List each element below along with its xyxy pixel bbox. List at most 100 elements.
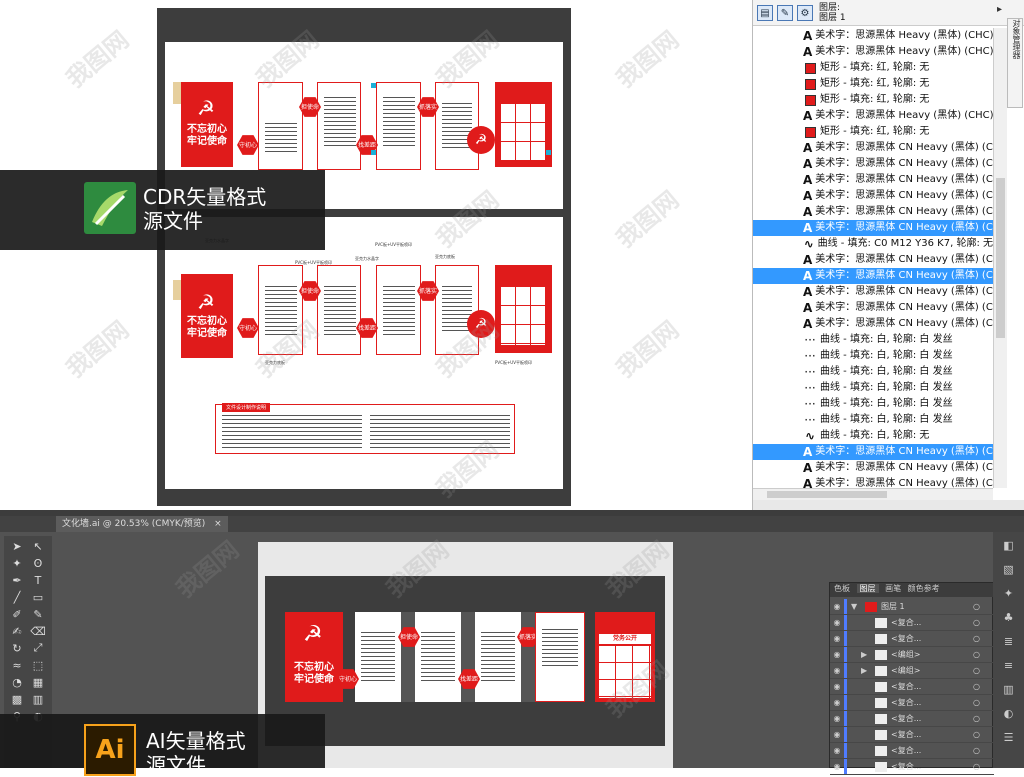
brushes-panel-icon[interactable]: ✦ <box>999 583 1019 603</box>
expand-arrow-icon[interactable]: ▼ <box>851 602 861 611</box>
target-circle-icon[interactable]: ○ <box>973 602 980 611</box>
visibility-eye-icon[interactable]: ◉ <box>830 634 844 643</box>
object-list-scrollbar[interactable] <box>993 28 1007 488</box>
sublayer-row[interactable]: ◉ <复合... ○ <box>830 695 994 711</box>
content-panel-4[interactable] <box>435 82 479 170</box>
selection-tool-icon[interactable]: ➤ <box>8 538 26 554</box>
slogan-panel-top[interactable]: ☭ 不忘初心 牢记使命 <box>181 82 233 167</box>
sublayer-row[interactable]: ◉ <复合... ○ <box>830 743 994 759</box>
object-row[interactable]: A 美术字：思源黑体 CN Heavy (黑体) (CH <box>753 268 993 284</box>
direct-selection-tool-icon[interactable]: ↖ <box>29 538 47 554</box>
show-properties-icon[interactable]: ✎ <box>777 5 793 21</box>
object-row[interactable]: A 美术字：思源黑体 CN Heavy (黑体) (CH <box>753 220 993 236</box>
visibility-eye-icon[interactable]: ◉ <box>830 698 844 707</box>
cdr-canvas[interactable]: ☭ 不忘初心 牢记使命 守初心 担使命 找差距 抓落实 ☭ ☭ 不忘初心 牢记使… <box>0 0 735 510</box>
layer-list[interactable]: ◉ ▼ 图层 1 ○ ◉ <复合... ○ ◉ <复合... ○ ◉ ▶ <编组> ○ ◉ ▶ <编组>… <box>830 599 994 775</box>
selection-handle[interactable] <box>546 150 551 155</box>
symbols-panel-icon[interactable]: ♣ <box>999 607 1019 627</box>
visibility-eye-icon[interactable]: ◉ <box>830 730 844 739</box>
perspective-grid-icon[interactable]: ▦ <box>29 674 47 690</box>
layers-panel[interactable]: 色板 图层 画笔 颜色参考 ◉ ▼ 图层 1 ○ ◉ <复合... ○ ◉ <复合...… <box>829 582 994 775</box>
selection-handle[interactable] <box>371 83 376 88</box>
rotate-tool-icon[interactable]: ↻ <box>8 640 26 656</box>
rectangle-tool-icon[interactable]: ▭ <box>29 589 47 605</box>
object-row[interactable]: 矩形 - 填充: 红, 轮廓: 无 <box>753 60 993 76</box>
target-circle-icon[interactable]: ○ <box>973 682 980 691</box>
edit-across-layers-icon[interactable]: ⚙ <box>797 5 813 21</box>
illustrator-window[interactable]: 文化墙.ai @ 20.53% (CMYK/预览) × ➤ ↖ ✦ ʘ ✒ T … <box>0 510 1024 776</box>
document-tab[interactable]: 文化墙.ai @ 20.53% (CMYK/预览) × <box>56 516 228 532</box>
tab-swatches[interactable]: 色板 <box>834 584 850 593</box>
close-icon[interactable]: × <box>214 519 222 529</box>
magic-wand-icon[interactable]: ✦ <box>8 555 26 571</box>
object-row[interactable]: ··· 曲线 - 填充: 白, 轮廓: 白 发丝 <box>753 364 993 380</box>
type-tool-icon[interactable]: T <box>29 572 47 588</box>
target-circle-icon[interactable]: ○ <box>973 746 980 755</box>
lasso-tool-icon[interactable]: ʘ <box>29 555 47 571</box>
layers-panel-icon[interactable]: ≣ <box>999 631 1019 651</box>
target-circle-icon[interactable]: ○ <box>973 730 980 739</box>
object-manager-panel[interactable]: ▤ ✎ ⚙ 图层: 图层 1 ▸ A 美术字：思源黑体 Heavy (黑体) (C… <box>752 0 1024 510</box>
layer-row[interactable]: ◉ ▼ 图层 1 ○ <box>830 599 994 615</box>
tab-color-guide[interactable]: 颜色参考 <box>908 584 940 593</box>
object-row[interactable]: ··· 曲线 - 填充: 白, 轮廓: 白 发丝 <box>753 380 993 396</box>
object-row[interactable]: ··· 曲线 - 填充: 白, 轮廓: 白 发丝 <box>753 396 993 412</box>
visibility-eye-icon[interactable]: ◉ <box>830 682 844 691</box>
sublayer-row[interactable]: ◉ <复合... ○ <box>830 727 994 743</box>
slogan-panel[interactable]: ☭ 不忘初心 牢记使命 <box>285 612 343 702</box>
sublayer-row[interactable]: ◉ <复合... ○ <box>830 679 994 695</box>
content-panel-2[interactable] <box>317 82 361 170</box>
object-row[interactable]: A 美术字：思源黑体 CN Heavy (黑体) (CH <box>753 140 993 156</box>
sublayer-row[interactable]: ◉ <复合... ○ <box>830 711 994 727</box>
target-circle-icon[interactable]: ○ <box>973 666 980 675</box>
visibility-eye-icon[interactable]: ◉ <box>830 650 844 659</box>
object-row[interactable]: A 美术字：思源黑体 CN Heavy (黑体) (CH <box>753 444 993 460</box>
sublayer-row[interactable]: ◉ <复合... ○ <box>830 631 994 647</box>
gradient-tool-icon[interactable]: ▥ <box>29 691 47 707</box>
object-row[interactable]: A 美术字：思源黑体 Heavy (黑体) (CHC) <box>753 108 993 124</box>
sublayer-row[interactable]: ◉ ▶ <编组> ○ <box>830 663 994 679</box>
tab-brushes[interactable]: 画笔 <box>885 584 901 593</box>
object-row[interactable]: A 美术字：思源黑体 CN Heavy (黑体) (CH <box>753 300 993 316</box>
content-panels[interactable] <box>355 612 565 702</box>
swatches-panel-icon[interactable]: ▧ <box>999 559 1019 579</box>
scale-tool-icon[interactable]: ⤢ <box>29 640 47 656</box>
object-row[interactable]: A 美术字：思源黑体 Heavy (黑体) (CHC) <box>753 44 993 60</box>
visibility-eye-icon[interactable]: ◉ <box>830 746 844 755</box>
selection-handle[interactable] <box>371 150 376 155</box>
visibility-eye-icon[interactable]: ◉ <box>830 602 844 611</box>
object-row[interactable]: ··· 曲线 - 填充: 白, 轮廓: 白 发丝 <box>753 332 993 348</box>
warp-tool-icon[interactable]: ≈ <box>8 657 26 673</box>
visibility-eye-icon[interactable]: ◉ <box>830 618 844 627</box>
object-row[interactable]: ··· 曲线 - 填充: 白, 轮廓: 白 发丝 <box>753 348 993 364</box>
pen-tool-icon[interactable]: ✒ <box>8 572 26 588</box>
bulletin-board-top[interactable] <box>495 82 552 167</box>
blob-brush-icon[interactable]: ✍ <box>8 623 26 639</box>
target-circle-icon[interactable]: ○ <box>973 762 980 771</box>
content-panel-1[interactable] <box>258 82 303 170</box>
mesh-tool-icon[interactable]: ▩ <box>8 691 26 707</box>
visibility-eye-icon[interactable]: ◉ <box>830 714 844 723</box>
target-circle-icon[interactable]: ○ <box>973 698 980 707</box>
content-panel[interactable] <box>535 612 585 702</box>
object-row[interactable]: A 美术字：思源黑体 CN Heavy (黑体) (CH <box>753 476 993 488</box>
scrollbar-thumb[interactable] <box>767 491 887 498</box>
expand-arrow-icon[interactable]: ▶ <box>861 666 871 675</box>
stroke-panel-icon[interactable]: ≡ <box>999 655 1019 675</box>
color-panel-icon[interactable]: ◧ <box>999 535 1019 555</box>
object-row[interactable]: ∿ 曲线 - 填充: 白, 轮廓: 无 <box>753 428 993 444</box>
content-panel-3[interactable] <box>376 265 421 355</box>
expand-arrow-icon[interactable]: ▸ <box>997 4 1002 15</box>
object-row[interactable]: A 美术字：思源黑体 CN Heavy (黑体) (CH <box>753 204 993 220</box>
object-row[interactable]: A 美术字：思源黑体 CN Heavy (黑体) (CH <box>753 172 993 188</box>
scrollbar-thumb[interactable] <box>996 178 1005 338</box>
slogan-panel-bottom[interactable]: ☭ 不忘初心 牢记使命 <box>181 274 233 358</box>
object-row[interactable]: 矩形 - 填充: 红, 轮廓: 无 <box>753 124 993 140</box>
object-row[interactable]: ∿ 曲线 - 填充: C0 M12 Y36 K7, 轮廓: 无 <box>753 236 993 252</box>
artboard-design-area[interactable]: ☭ 不忘初心 牢记使命 守初心 担使命 找差距 抓落实 党务公开 <box>265 576 665 746</box>
object-row[interactable]: 矩形 - 填充: 红, 轮廓: 无 <box>753 76 993 92</box>
expand-arrow-icon[interactable]: ▶ <box>861 650 871 659</box>
content-panel-2[interactable] <box>317 265 361 355</box>
gradient-panel-icon[interactable]: ▥ <box>999 679 1019 699</box>
paintbrush-tool-icon[interactable]: ✐ <box>8 606 26 622</box>
